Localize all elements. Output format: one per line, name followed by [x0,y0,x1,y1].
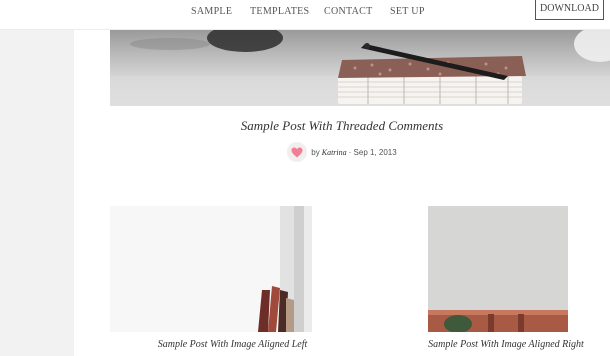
post-author[interactable]: Katrina [322,148,347,157]
grid-post-image-right[interactable] [428,206,568,332]
notebook-pen-photo [110,30,610,106]
featured-post-meta: by Katrina · Sep 1, 2013 [74,142,610,162]
nav-link-templates[interactable]: TEMPLATES [250,6,309,17]
featured-post-title[interactable]: Sample Post With Threaded Comments [74,118,610,134]
main-content: Sample Post With Threaded Comments by Ka… [74,30,610,356]
heart-icon [291,147,303,157]
rooftop-photo [428,206,568,332]
like-button[interactable] [287,142,308,162]
download-button[interactable]: DOWNLOAD [535,0,604,20]
nav-link-sample[interactable]: SAMPLE [191,6,232,17]
nav-link-contact[interactable]: CONTACT [324,6,373,17]
grid-post-image-left[interactable] [110,206,331,332]
window-books-photo [110,206,331,332]
top-navigation-bar: SAMPLE TEMPLATES CONTACT SET UP DOWNLOAD [0,0,610,30]
featured-post-image[interactable] [110,30,610,106]
meta-by-label: by [311,147,320,157]
grid-post-title-left[interactable]: Sample Post With Image Aligned Left [110,339,355,350]
nav-link-setup[interactable]: SET UP [390,6,425,17]
grid-post-title-right[interactable]: Sample Post With Image Aligned Right [406,339,606,350]
post-date: · Sep 1, 2013 [348,147,397,157]
